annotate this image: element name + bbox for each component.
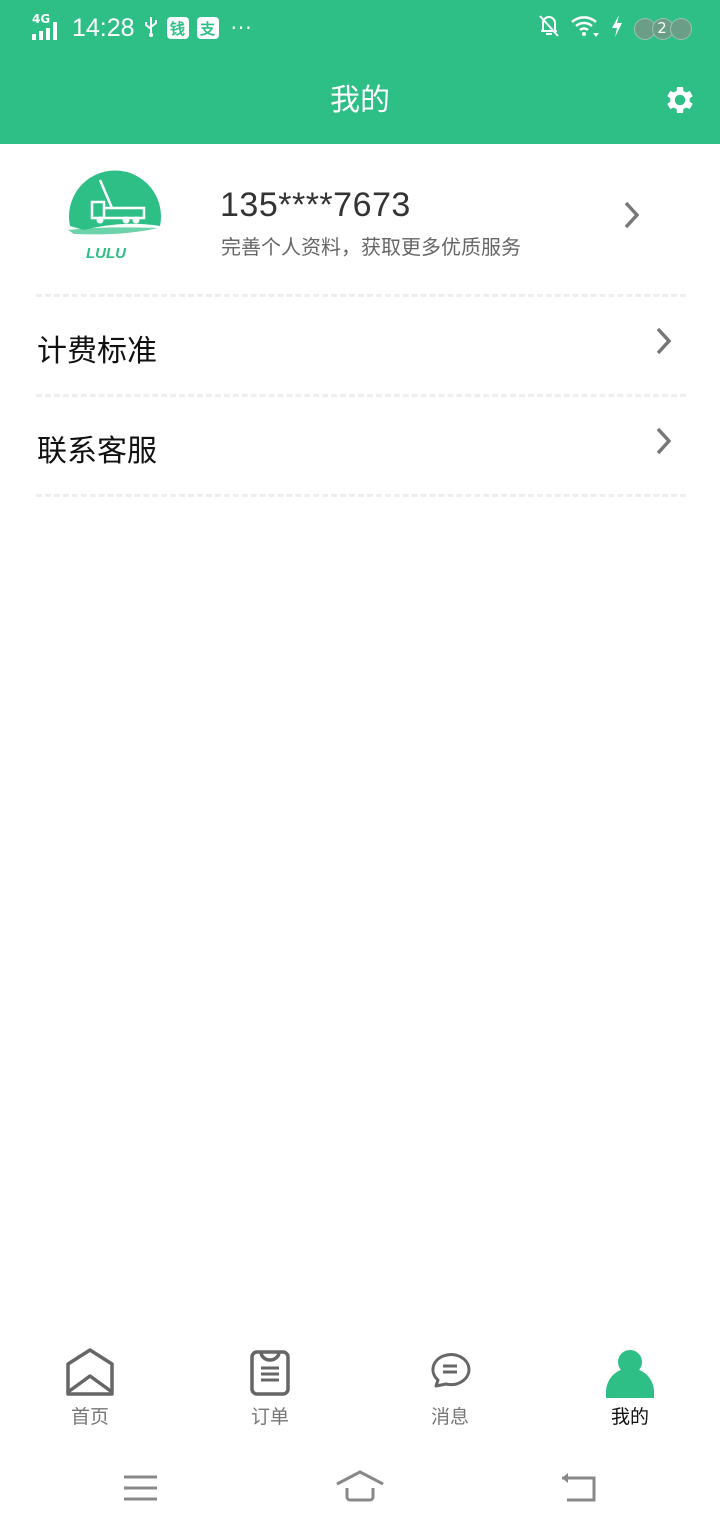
clock: 14:28 xyxy=(72,13,135,42)
alipay-notification-icon: 支 xyxy=(196,17,219,39)
chevron-right-icon xyxy=(656,327,672,355)
clipboard-icon xyxy=(250,1350,290,1396)
notification-count: 2 xyxy=(657,19,667,37)
home-icon xyxy=(66,1348,114,1396)
status-bar: 4G 14:28 钱 支 ··· 2 xyxy=(0,0,720,56)
tab-profile[interactable]: 我的 xyxy=(540,1340,720,1440)
tab-label: 首页 xyxy=(70,1406,109,1428)
tab-orders[interactable]: 订单 xyxy=(180,1340,360,1440)
signal-icon: 4G xyxy=(32,12,62,42)
menu-item-label: 计费标准 xyxy=(37,334,157,369)
home-nav-icon xyxy=(336,1470,384,1502)
menu-item-label: 联系客服 xyxy=(37,434,157,469)
menu-item-customer-service[interactable]: 联系客服 xyxy=(0,396,720,494)
recent-apps-button[interactable] xyxy=(110,1460,170,1510)
back-button[interactable] xyxy=(550,1460,610,1510)
more-notifications-icon: ··· xyxy=(230,16,253,40)
divider xyxy=(36,494,686,497)
wifi-icon xyxy=(570,14,600,42)
bottom-tab-bar: 首页 订单 消息 我的 xyxy=(0,1340,720,1440)
person-icon xyxy=(606,1350,654,1398)
tab-messages[interactable]: 消息 xyxy=(360,1340,540,1440)
menu-item-billing[interactable]: 计费标准 xyxy=(0,296,720,394)
chevron-right-icon xyxy=(656,427,672,455)
app-notification-icon: 钱 xyxy=(166,17,189,39)
user-phone: 135****7673 xyxy=(220,186,411,224)
avatar-logo: LULU xyxy=(64,170,164,264)
menu-icon xyxy=(124,1475,157,1501)
tab-label: 我的 xyxy=(610,1406,649,1428)
home-nav-button[interactable] xyxy=(330,1460,390,1510)
usb-icon xyxy=(143,15,159,41)
settings-button[interactable] xyxy=(662,82,698,118)
tab-home[interactable]: 首页 xyxy=(0,1340,180,1440)
gear-icon xyxy=(667,86,693,114)
profile-card[interactable]: LULU 135****7673 完善个人资料，获取更多优质服务 xyxy=(0,144,720,294)
mute-bell-icon xyxy=(538,13,560,43)
chevron-right-icon xyxy=(624,201,640,229)
notification-bubbles: 2 xyxy=(634,16,692,40)
app-header: 4G 14:28 钱 支 ··· 2 我的 xyxy=(0,0,720,144)
chat-bubble-icon xyxy=(431,1353,471,1388)
tab-label: 消息 xyxy=(430,1406,469,1428)
charging-icon xyxy=(610,14,624,42)
system-navigation-bar xyxy=(0,1450,720,1520)
back-icon xyxy=(562,1473,596,1502)
logo-text: LULU xyxy=(86,245,127,262)
page-title: 我的 xyxy=(330,83,390,118)
profile-hint: 完善个人资料，获取更多优质服务 xyxy=(221,235,521,259)
tab-label: 订单 xyxy=(250,1406,289,1428)
